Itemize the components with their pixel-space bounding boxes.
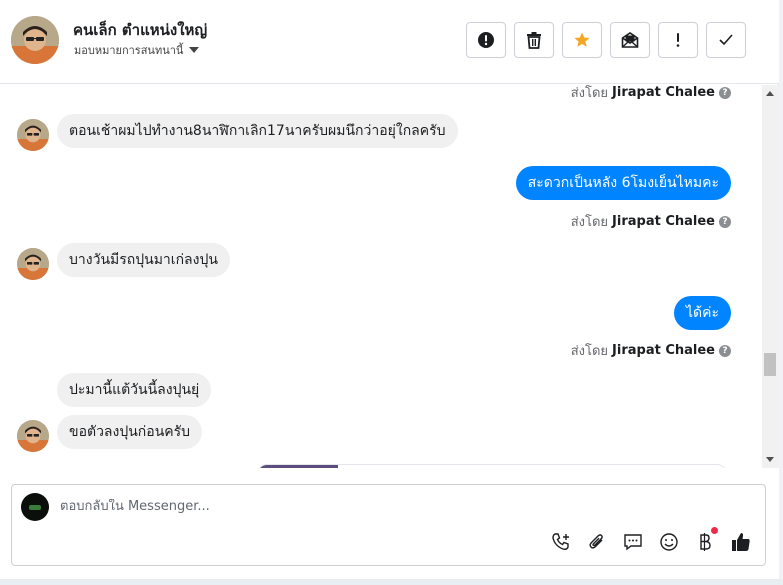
thread-scrollbar[interactable] [762,85,779,468]
sent-by-label: ส่งโดย Jirapat Chalee ? [571,211,731,232]
sent-by-name: Jirapat Chalee [612,343,715,358]
sent-by-prefix: ส่งโดย [570,344,609,359]
message-outgoing: ได้ค่ะ [673,296,731,330]
assign-label: มอบหมายการสนทนานี้ [74,44,184,57]
sent-by-prefix: ส่งโดย [570,86,609,101]
message-incoming: ขอตัวลงปุนก่อนครับ [57,415,203,449]
sent-by-prefix: ส่งโดย [570,215,609,230]
sent-by-label: ส่งโดย Jirapat Chalee ? [571,340,731,361]
trash-icon [527,32,541,49]
message-outgoing: สะดวกเป็นหลัง 6โมงเย็นไหมคะ [515,166,731,200]
baht-payment-icon[interactable] [693,527,718,554]
contact-avatar[interactable] [11,16,59,64]
help-icon[interactable]: ? [719,86,731,99]
assign-conversation-dropdown[interactable]: มอบหมายการสนทนานี้ [74,41,200,59]
scroll-up-arrow-icon[interactable] [766,91,774,96]
reply-input[interactable] [60,499,660,514]
help-icon[interactable]: ? [719,344,731,357]
sender-avatar[interactable] [17,420,49,452]
message-incoming: ปะมานี้แต้วันนี้ลงปุนยุ่ [57,373,212,407]
help-icon[interactable]: ? [719,215,731,228]
call-plus-icon[interactable] [549,530,573,554]
contact-name: คนเล็ก ตำแหน่งใหญ่ [73,21,208,39]
checkmark-icon [719,34,733,46]
sent-by-label: ส่งโดย Jirapat Chalee ? [571,85,731,103]
mark-as-spam-button[interactable] [466,22,506,58]
sender-avatar[interactable] [17,248,49,280]
star-icon [574,32,590,47]
message-bubble[interactable]: ปะมานี้แต้วันนี้ลงปุนยุ่ [57,373,212,407]
composer-tools [549,527,753,554]
page-avatar [21,493,49,521]
notification-dot [711,527,718,534]
message-thread[interactable]: ส่งโดย Jirapat Chalee ? ตอนเช้าผมไปทำงาน… [0,85,762,468]
message-bubble[interactable]: สะดวกเป็นหลัง 6โมงเย็นไหมคะ [515,166,731,200]
message-bubble[interactable]: ได้ค่ะ [673,296,731,330]
saved-reply-icon[interactable] [621,530,645,554]
exclamation-icon [676,33,680,47]
emoji-icon[interactable] [657,530,681,554]
scroll-down-arrow-icon[interactable] [766,457,774,462]
sent-by-name: Jirapat Chalee [612,214,715,229]
mark-as-done-button[interactable] [706,22,746,58]
message-bubble[interactable]: ตอนเช้าผมไปทำงาน8นาฬิกาเลิก17นาครับผมนึก… [57,114,458,148]
conversation-header: คนเล็ก ตำแหน่งใหญ่ มอบหมายการสนทนานี้ [0,0,779,84]
message-bubble[interactable]: บางวันมีรถปุนมาเก่ลงปุน [57,243,230,277]
window-bottom-edge [0,579,783,585]
composer-area [0,468,779,585]
scrollbar-thumb[interactable] [764,353,776,376]
reply-composer [11,484,766,566]
caret-down-icon [189,47,200,53]
follow-up-button[interactable] [658,22,698,58]
star-button[interactable] [562,22,602,58]
envelope-open-icon [621,32,639,48]
thumbs-up-icon[interactable] [729,530,753,554]
sender-avatar[interactable] [17,119,49,151]
message-bubble[interactable]: ขอตัวลงปุนก่อนครับ [57,415,203,449]
conversation-actions [466,22,746,58]
delete-button[interactable] [514,22,554,58]
sent-by-name: Jirapat Chalee [612,85,715,100]
alert-circle-icon [478,32,494,48]
mark-as-unread-button[interactable] [610,22,650,58]
paperclip-icon[interactable] [585,530,609,554]
inbox-conversation-panel: คนเล็ก ตำแหน่งใหญ่ มอบหมายการสนทนานี้ ส่… [0,0,779,585]
message-incoming: ตอนเช้าผมไปทำงาน8นาฬิกาเลิก17นาครับผมนึก… [57,114,458,148]
message-incoming: บางวันมีรถปุนมาเก่ลงปุน [57,243,230,277]
